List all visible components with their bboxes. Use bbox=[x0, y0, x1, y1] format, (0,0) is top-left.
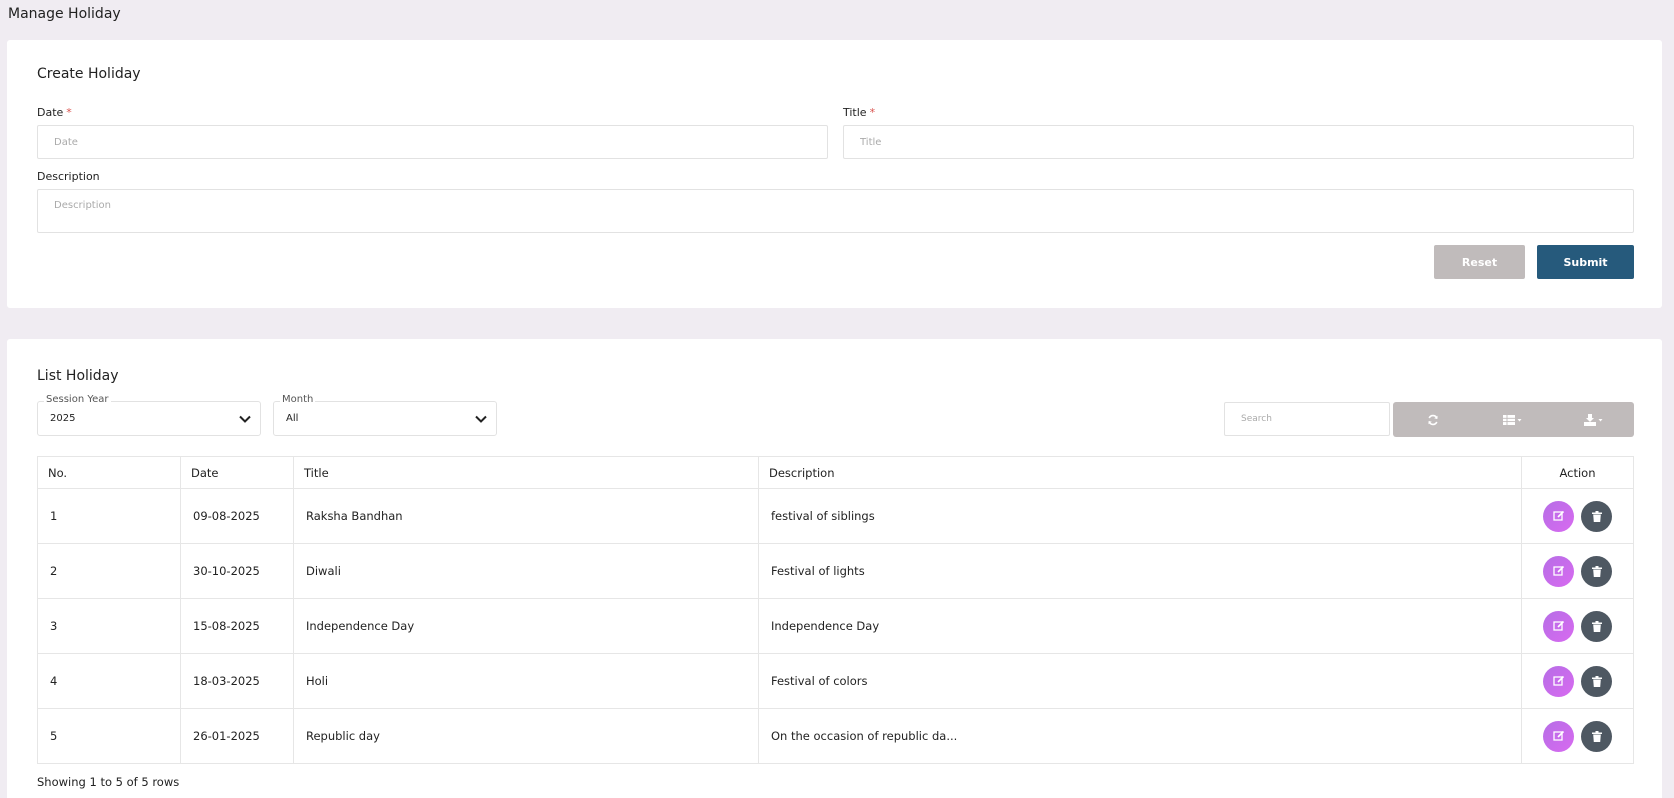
refresh-icon bbox=[1428, 414, 1438, 425]
cell-action bbox=[1521, 543, 1634, 599]
create-holiday-title: Create Holiday bbox=[37, 66, 141, 82]
columns-icon bbox=[1503, 414, 1522, 425]
search-input[interactable] bbox=[1224, 402, 1390, 436]
columns-button[interactable] bbox=[1473, 402, 1553, 437]
cell-date: 09-08-2025 bbox=[180, 488, 294, 544]
cell-action bbox=[1521, 598, 1634, 654]
export-icon bbox=[1583, 413, 1603, 426]
cell-description: Festival of colors bbox=[758, 653, 1522, 709]
table-row: 5 26-01-2025 Republic day On the occasio… bbox=[37, 708, 1634, 764]
cell-title: Republic day bbox=[293, 708, 759, 764]
date-label: Date * bbox=[37, 106, 72, 119]
delete-button[interactable] bbox=[1581, 555, 1612, 587]
column-header-description[interactable]: Description bbox=[758, 456, 1522, 489]
trash-icon bbox=[1591, 620, 1602, 632]
cell-date: 15-08-2025 bbox=[180, 598, 294, 654]
description-input[interactable] bbox=[37, 189, 1634, 233]
cell-title: Independence Day bbox=[293, 598, 759, 654]
edit-icon bbox=[1552, 675, 1564, 686]
date-label-text: Date bbox=[37, 106, 64, 119]
trash-icon bbox=[1591, 565, 1602, 577]
chevron-down-icon bbox=[475, 415, 487, 423]
cell-no: 2 bbox=[37, 543, 181, 599]
list-holiday-card: List Holiday Session Year 2025 Month All bbox=[7, 339, 1662, 798]
cell-description: Independence Day bbox=[758, 598, 1522, 654]
export-button[interactable] bbox=[1554, 402, 1634, 437]
cell-action bbox=[1521, 488, 1634, 544]
cell-title: Holi bbox=[293, 653, 759, 709]
title-label-text: Title bbox=[843, 106, 867, 119]
table-toolbar bbox=[1393, 402, 1634, 437]
page-title: Manage Holiday bbox=[8, 6, 121, 22]
delete-button[interactable] bbox=[1581, 665, 1612, 697]
column-header-title[interactable]: Title bbox=[293, 456, 759, 489]
cell-description: festival of siblings bbox=[758, 488, 1522, 544]
month-legend: Month bbox=[280, 394, 316, 405]
month-value: All bbox=[286, 413, 299, 424]
trash-icon bbox=[1591, 675, 1602, 687]
delete-button[interactable] bbox=[1581, 610, 1612, 642]
session-year-legend: Session Year bbox=[44, 394, 111, 405]
table-row: 1 09-08-2025 Raksha Bandhan festival of … bbox=[37, 488, 1634, 544]
month-select[interactable]: Month All bbox=[273, 394, 497, 436]
title-label: Title * bbox=[843, 106, 875, 119]
required-mark: * bbox=[66, 106, 72, 119]
delete-button[interactable] bbox=[1581, 500, 1612, 532]
cell-date: 30-10-2025 bbox=[180, 543, 294, 599]
cell-action bbox=[1521, 653, 1634, 709]
chevron-down-icon bbox=[239, 415, 251, 423]
delete-button[interactable] bbox=[1581, 720, 1612, 752]
title-input[interactable] bbox=[843, 125, 1634, 159]
edit-button[interactable] bbox=[1543, 720, 1574, 752]
cell-no: 4 bbox=[37, 653, 181, 709]
table-row: 3 15-08-2025 Independence Day Independen… bbox=[37, 598, 1634, 654]
edit-button[interactable] bbox=[1543, 555, 1574, 587]
column-header-no[interactable]: No. bbox=[37, 456, 181, 489]
edit-icon bbox=[1552, 565, 1564, 576]
cell-date: 18-03-2025 bbox=[180, 653, 294, 709]
required-mark: * bbox=[869, 106, 876, 119]
reset-button[interactable]: Reset bbox=[1434, 245, 1525, 279]
cell-no: 1 bbox=[37, 488, 181, 544]
table-row: 2 30-10-2025 Diwali Festival of lights bbox=[37, 543, 1634, 599]
edit-button[interactable] bbox=[1543, 500, 1574, 532]
holiday-table: No. Date Title Description Action 1 09-0… bbox=[37, 456, 1634, 764]
edit-button[interactable] bbox=[1543, 665, 1574, 697]
session-year-select[interactable]: Session Year 2025 bbox=[37, 394, 261, 436]
cell-no: 3 bbox=[37, 598, 181, 654]
table-header-row: No. Date Title Description Action bbox=[37, 456, 1634, 489]
date-input[interactable] bbox=[37, 125, 828, 159]
create-holiday-card: Create Holiday Date* Title* Description … bbox=[7, 40, 1662, 308]
cell-no: 5 bbox=[37, 708, 181, 764]
list-holiday-title: List Holiday bbox=[37, 368, 119, 384]
cell-title: Diwali bbox=[293, 543, 759, 599]
cell-description: On the occasion of republic da... bbox=[758, 708, 1522, 764]
cell-description: Festival of lights bbox=[758, 543, 1522, 599]
trash-icon bbox=[1591, 730, 1602, 742]
description-label: Description bbox=[37, 170, 100, 183]
edit-icon bbox=[1552, 730, 1564, 741]
pagination-info: Showing 1 to 5 of 5 rows bbox=[37, 775, 180, 789]
submit-button[interactable]: Submit bbox=[1537, 245, 1634, 279]
edit-icon bbox=[1552, 510, 1564, 521]
edit-button[interactable] bbox=[1543, 610, 1574, 642]
cell-title: Raksha Bandhan bbox=[293, 488, 759, 544]
cell-action bbox=[1521, 708, 1634, 764]
edit-icon bbox=[1552, 620, 1564, 631]
trash-icon bbox=[1591, 510, 1602, 522]
column-header-date[interactable]: Date bbox=[180, 456, 294, 489]
refresh-button[interactable] bbox=[1393, 402, 1473, 437]
cell-date: 26-01-2025 bbox=[180, 708, 294, 764]
column-header-action: Action bbox=[1521, 456, 1634, 489]
session-year-value: 2025 bbox=[50, 413, 76, 424]
table-row: 4 18-03-2025 Holi Festival of colors bbox=[37, 653, 1634, 709]
